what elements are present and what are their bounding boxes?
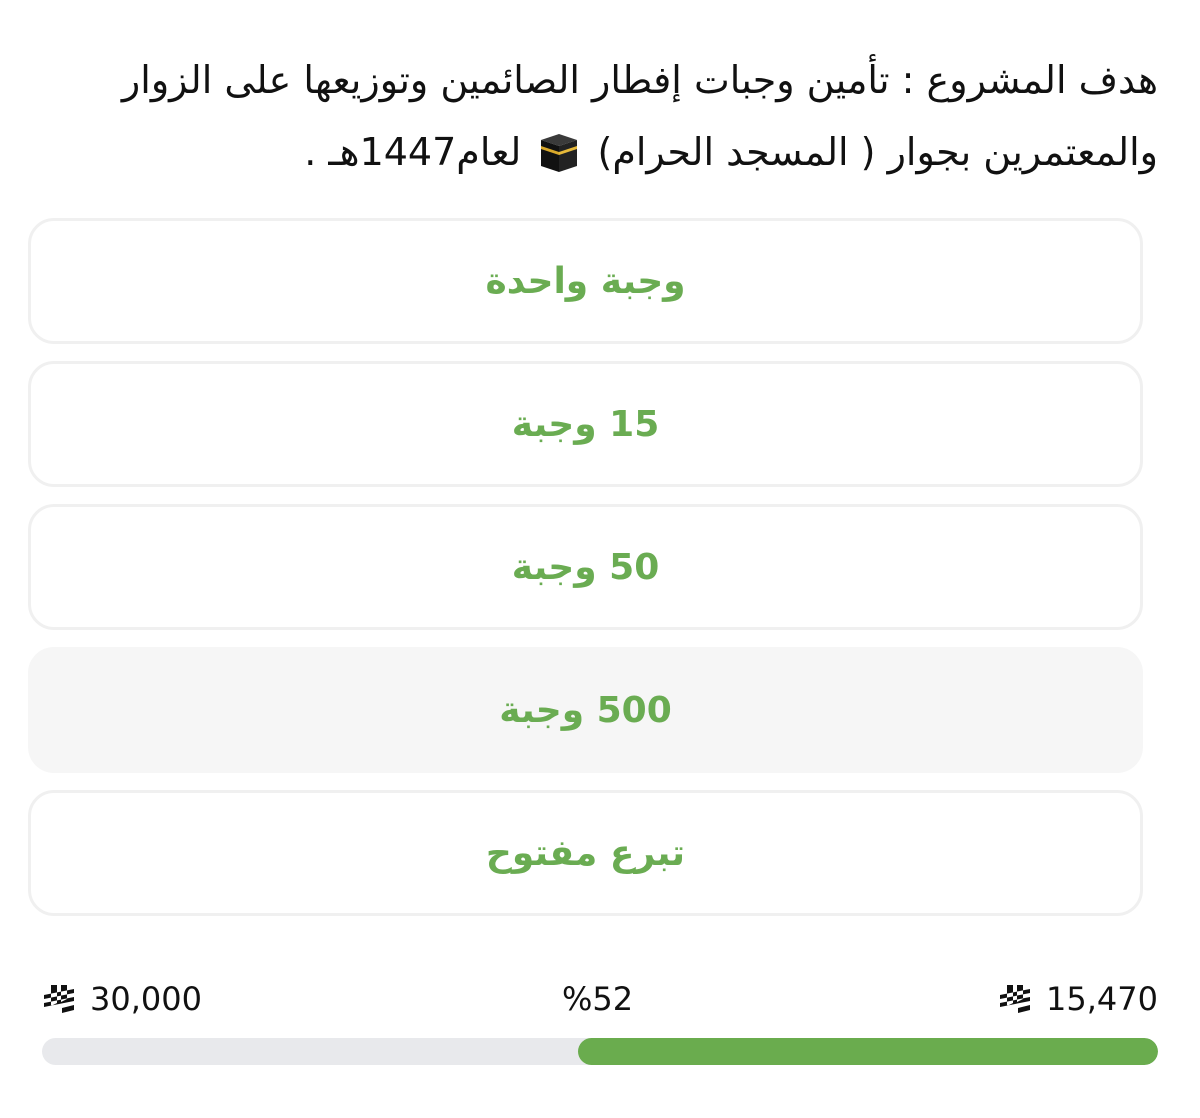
saudi-riyal-icon bbox=[1000, 985, 1031, 1013]
option-label: 15 وجبة bbox=[511, 403, 660, 445]
description-year-text: لعام1447هـ . bbox=[304, 130, 522, 174]
collected-amount: 15,470 bbox=[998, 980, 1158, 1018]
saudi-riyal-icon bbox=[44, 985, 74, 1013]
option-label: تبرع مفتوح bbox=[485, 832, 686, 874]
progress-percent: %52 bbox=[562, 980, 634, 1018]
collected-amount-value: 15,470 bbox=[1046, 980, 1158, 1018]
option-one-meal[interactable]: وجبة واحدة bbox=[28, 218, 1143, 344]
kaaba-icon bbox=[541, 133, 578, 172]
option-50-meals[interactable]: 50 وجبة bbox=[28, 504, 1143, 630]
option-15-meals[interactable]: 15 وجبة bbox=[28, 361, 1143, 487]
progress-bar-track bbox=[42, 1038, 1158, 1065]
progress-labels: 30,000 %52 15,470 bbox=[42, 980, 1158, 1024]
description-text: هدف المشروع : تأمين وجبات إفطار الصائمين… bbox=[121, 58, 1158, 174]
option-label: 50 وجبة bbox=[511, 546, 660, 588]
target-amount: 30,000 bbox=[42, 980, 202, 1018]
target-amount-value: 30,000 bbox=[90, 980, 202, 1018]
option-open-donation[interactable]: تبرع مفتوح bbox=[28, 790, 1143, 916]
option-label: وجبة واحدة bbox=[485, 260, 686, 302]
option-label: 500 وجبة bbox=[499, 689, 672, 731]
progress-bar-fill bbox=[577, 1038, 1158, 1065]
donation-options: وجبة واحدة 15 وجبة 50 وجبة 500 وجبة تبرع… bbox=[28, 218, 1143, 933]
option-500-meals[interactable]: 500 وجبة bbox=[28, 647, 1143, 773]
project-description: هدف المشروع : تأمين وجبات إفطار الصائمين… bbox=[60, 44, 1158, 188]
